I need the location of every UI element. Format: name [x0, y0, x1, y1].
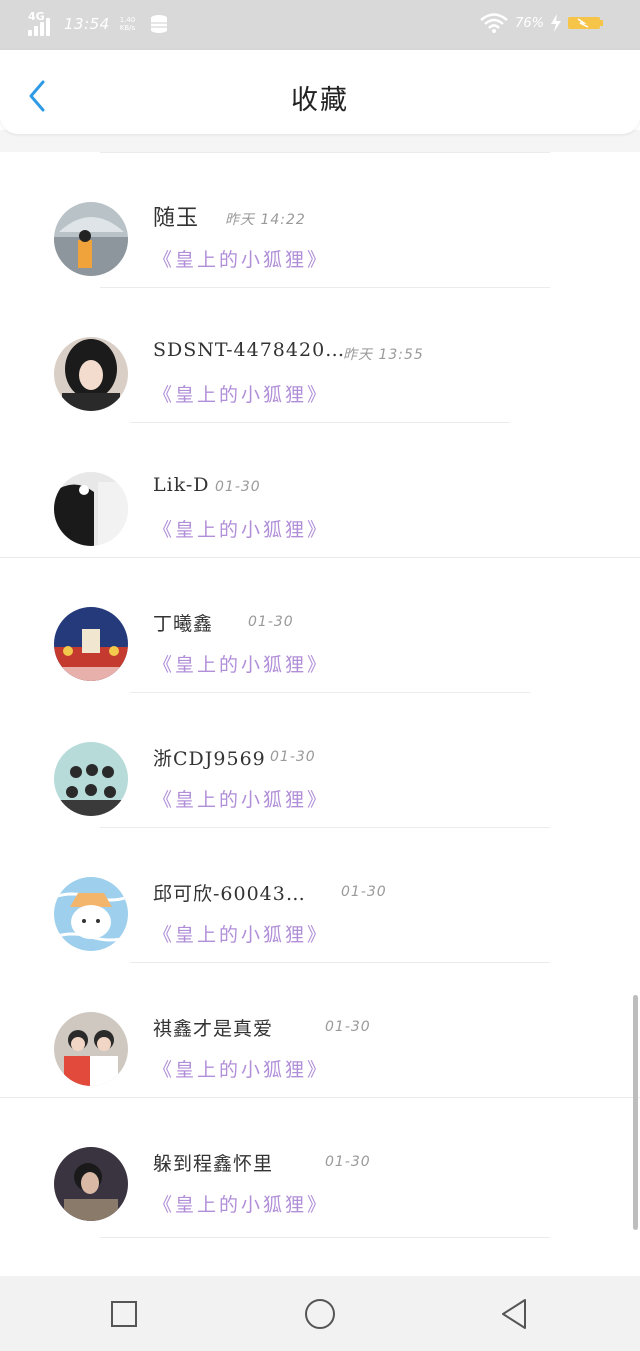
avatar[interactable] [54, 877, 128, 951]
network-speed: 1.40 KB/s [119, 16, 136, 32]
divider [130, 692, 530, 693]
timestamp: 01-30 [248, 614, 294, 630]
user-name: 躲到程鑫怀里 [153, 1153, 274, 1175]
triangle-back-icon [502, 1299, 526, 1329]
battery-percent: 76% [515, 15, 544, 31]
avatar[interactable] [54, 607, 128, 681]
user-name: Lik-D [153, 474, 210, 496]
timestamp: 昨天 13:55 [343, 347, 424, 363]
divider [100, 1237, 550, 1238]
divider [100, 827, 550, 828]
song-title: 《皇上的小狐狸》 [153, 789, 330, 811]
page-title: 收藏 [291, 85, 349, 116]
user-name: 浙CDJ9569 [153, 748, 266, 770]
song-title: 《皇上的小狐狸》 [153, 519, 330, 541]
list-item[interactable]: 祺鑫才是真爱 01-30 《皇上的小狐狸》 [0, 962, 640, 1097]
song-title: 《皇上的小狐狸》 [153, 924, 330, 946]
recent-apps-button[interactable] [106, 1296, 142, 1332]
timestamp: 01-30 [270, 749, 316, 765]
divider [130, 422, 510, 423]
home-button[interactable] [302, 1296, 338, 1332]
list-item[interactable]: SDSNT-4478420… 昨天 13:55 《皇上的小狐狸》 [0, 287, 640, 422]
back-nav-button[interactable] [496, 1296, 532, 1332]
timestamp: 01-30 [341, 884, 387, 900]
user-name: 祺鑫才是真爱 [153, 1018, 274, 1040]
timestamp: 昨天 14:22 [225, 212, 306, 228]
divider [0, 557, 640, 558]
list-item[interactable]: 浙CDJ9569 01-30 《皇上的小狐狸》 [0, 692, 640, 827]
song-title: 《皇上的小狐狸》 [153, 1194, 330, 1216]
header: 收藏 [0, 50, 640, 134]
list-item[interactable]: 随玉 昨天 14:22 《皇上的小狐狸》 [0, 152, 640, 287]
song-title: 《皇上的小狐狸》 [153, 384, 330, 406]
avatar[interactable] [54, 337, 128, 411]
song-title: 《皇上的小狐狸》 [153, 1059, 330, 1081]
signal-icon: 4G [26, 10, 54, 36]
user-name: 随玉 [153, 206, 200, 231]
divider [100, 287, 550, 288]
avatar[interactable] [54, 1012, 128, 1086]
database-icon [150, 15, 167, 33]
divider [100, 152, 550, 153]
navigation-bar [0, 1276, 640, 1351]
user-name: 邱可欣-60043… [153, 883, 306, 905]
charging-icon [551, 14, 561, 32]
list-item[interactable]: 丁曦鑫 01-30 《皇上的小狐狸》 [0, 557, 640, 692]
scrollbar[interactable] [633, 995, 638, 1230]
divider [130, 962, 550, 963]
favorites-list: 随玉 昨天 14:22 《皇上的小狐狸》 SDSNT-4478420… 昨天 1… [0, 152, 640, 1232]
avatar[interactable] [54, 1147, 128, 1221]
clock: 13:54 [64, 15, 110, 33]
user-name: SDSNT-4478420… [153, 339, 346, 361]
square-recent-apps-icon [111, 1301, 137, 1327]
timestamp: 01-30 [325, 1154, 371, 1170]
song-title: 《皇上的小狐狸》 [153, 249, 330, 271]
user-name: 丁曦鑫 [153, 613, 214, 635]
list-item[interactable]: 躲到程鑫怀里 01-30 《皇上的小狐狸》 [0, 1097, 640, 1232]
timestamp: 01-30 [215, 479, 261, 495]
list-item[interactable]: 邱可欣-60043… 01-30 《皇上的小狐狸》 [0, 827, 640, 962]
divider [0, 1097, 640, 1098]
list-item[interactable]: Lik-D 01-30 《皇上的小狐狸》 [0, 422, 640, 557]
wifi-icon [480, 13, 508, 33]
status-bar: 4G 13:54 1.40 KB/s 76% [0, 0, 640, 50]
battery-icon [568, 17, 603, 29]
avatar[interactable] [54, 202, 128, 276]
circle-home-icon [305, 1299, 335, 1329]
song-title: 《皇上的小狐狸》 [153, 654, 330, 676]
timestamp: 01-30 [325, 1019, 371, 1035]
avatar[interactable] [54, 742, 128, 816]
avatar[interactable] [54, 472, 128, 546]
